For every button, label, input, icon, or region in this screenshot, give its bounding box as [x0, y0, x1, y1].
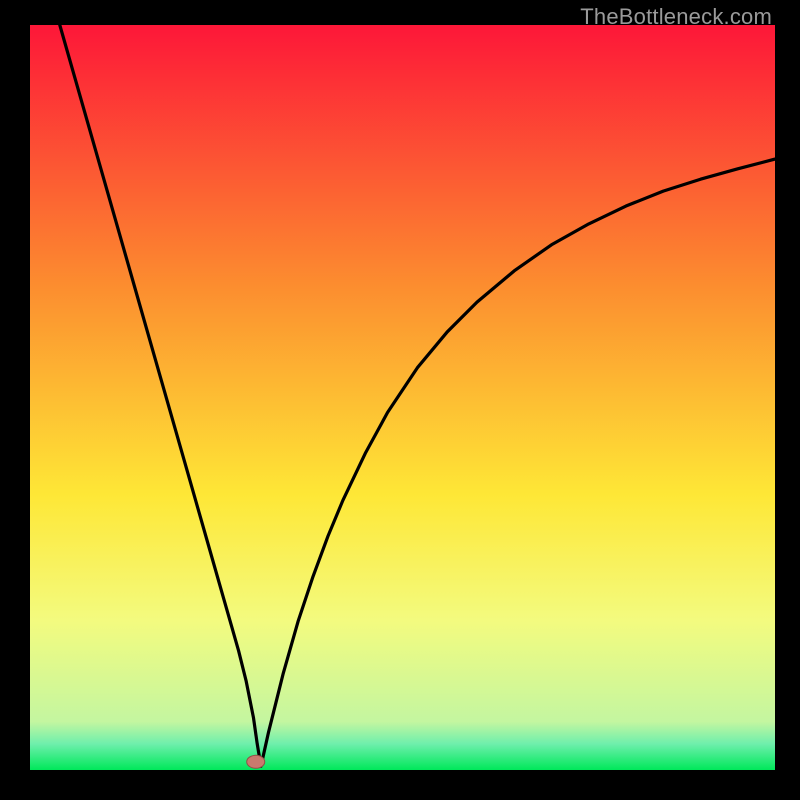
- gradient-background: [30, 25, 775, 770]
- plot-area: [30, 25, 775, 770]
- chart-frame: TheBottleneck.com: [0, 0, 800, 800]
- chart-svg: [30, 25, 775, 770]
- watermark-text: TheBottleneck.com: [580, 4, 772, 30]
- optimum-marker: [247, 755, 265, 768]
